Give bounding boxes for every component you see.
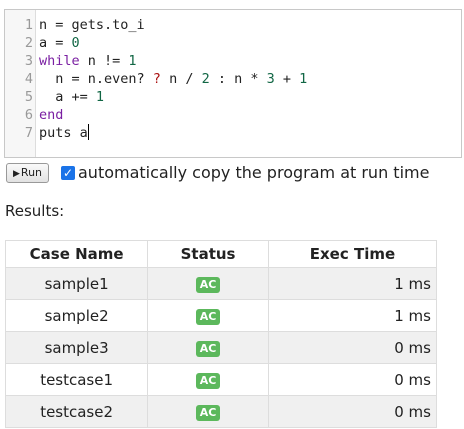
code-token: + <box>274 71 300 87</box>
case-name-cell: testcase1 <box>4 363 149 396</box>
case-name-cell: sample1 <box>4 267 149 300</box>
code-line[interactable]: 7 puts a <box>5 124 461 142</box>
status-cell: AC <box>147 267 269 300</box>
line-number: 4 <box>24 71 33 87</box>
results-table: Case Name Status Exec Time sample1 AC 1 … <box>4 240 438 428</box>
status-badge: AC <box>195 405 221 421</box>
line-number: 7 <box>24 125 33 141</box>
exec-time-cell: 0 ms <box>267 331 438 364</box>
status-cell: AC <box>147 331 269 364</box>
code-text[interactable]: a += 1 <box>39 88 104 106</box>
case-name-cell: sample2 <box>4 299 149 332</box>
line-number: 2 <box>24 35 33 51</box>
run-toolbar: ▶Run ✓ automatically copy the program at… <box>4 162 462 184</box>
code-line[interactable]: 5 a += 1 <box>5 88 461 106</box>
code-token: n = n.even? <box>39 71 153 87</box>
code-editor[interactable]: 1n = gets.to_i 2 a = 0 3 while n != 14 n = n… <box>4 9 462 158</box>
status-cell: AC <box>147 395 269 428</box>
exec-time-cell: 1 ms <box>267 267 438 300</box>
code-line[interactable]: 3 while n != 1 <box>5 52 461 70</box>
exec-time-cell: 1 ms <box>267 299 438 332</box>
code-token: n / <box>160 71 202 87</box>
code-token: n != <box>79 53 129 69</box>
code-token: 1 <box>128 53 137 69</box>
line-number: 5 <box>24 89 33 105</box>
table-row: sample2 AC 1 ms <box>4 299 438 332</box>
code-line[interactable]: 1 n = gets.to_i <box>5 16 461 34</box>
exec-time-cell: 0 ms <box>267 363 438 396</box>
status-badge: AC <box>195 341 221 357</box>
table-row: testcase2 AC 0 ms <box>4 395 438 428</box>
run-button[interactable]: ▶Run <box>6 163 50 183</box>
code-token: 2 <box>201 71 210 87</box>
code-line[interactable]: 4 n = n.even? ? n / 2 : n * 3 + 1 <box>5 70 461 88</box>
code-token: : n * <box>209 71 267 87</box>
code-token: n = gets.to_i <box>39 17 145 33</box>
code-line[interactable]: 2 a = 0 <box>5 34 461 52</box>
code-token: puts a <box>39 125 88 141</box>
code-token: a += <box>39 89 96 105</box>
status-cell: AC <box>147 363 269 396</box>
code-token: a = <box>39 35 72 51</box>
code-text[interactable]: n = n.even? ? n / 2 : n * 3 + 1 <box>39 70 307 88</box>
code-token: while <box>39 53 80 69</box>
header-case-name: Case Name <box>4 240 149 268</box>
code-token: end <box>39 107 64 123</box>
exec-time-cell: 0 ms <box>267 395 438 428</box>
header-status: Status <box>147 240 269 268</box>
status-badge: AC <box>195 373 221 389</box>
play-triangle-icon: ▶ <box>13 169 20 179</box>
case-name-cell: sample3 <box>4 331 149 364</box>
table-row: sample3 AC 0 ms <box>4 331 438 364</box>
code-token: 0 <box>71 35 80 51</box>
line-number: 1 <box>24 17 33 33</box>
code-line[interactable]: 6 end <box>5 106 461 124</box>
code-token: 1 <box>299 71 308 87</box>
line-number: 3 <box>24 53 33 69</box>
case-name-cell: testcase2 <box>4 395 149 428</box>
code-token: 3 <box>266 71 275 87</box>
status-cell: AC <box>147 299 269 332</box>
line-number: 6 <box>24 107 33 123</box>
code-token: 1 <box>95 89 105 105</box>
status-badge: AC <box>195 309 221 325</box>
code-text[interactable]: puts a <box>39 124 89 142</box>
status-badge: AC <box>195 277 221 293</box>
code-text[interactable]: end <box>39 106 63 124</box>
run-button-label: Run <box>20 166 43 179</box>
code-token: ? <box>152 71 161 87</box>
text-cursor <box>87 124 89 140</box>
auto-copy-checkbox[interactable]: ✓ <box>61 166 75 180</box>
results-header-row: Case Name Status Exec Time <box>4 240 438 268</box>
code-text[interactable]: n = gets.to_i <box>39 16 145 34</box>
auto-copy-label[interactable]: automatically copy the program at run ti… <box>78 162 429 184</box>
results-heading: Results: <box>5 202 65 220</box>
table-row: sample1 AC 1 ms <box>4 267 438 300</box>
code-text[interactable]: a = 0 <box>39 34 80 52</box>
code-text[interactable]: while n != 1 <box>39 52 137 70</box>
table-row: testcase1 AC 0 ms <box>4 363 438 396</box>
header-exec-time: Exec Time <box>267 240 438 268</box>
